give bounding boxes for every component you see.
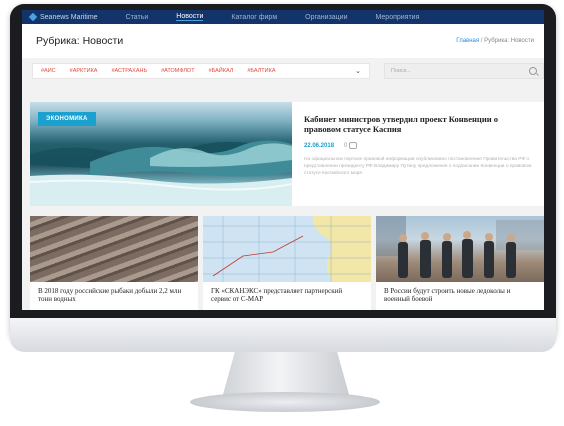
nav-item-news[interactable]: Новости [176,13,204,21]
nav-item-organizations[interactable]: Организации [305,14,347,21]
tag-link[interactable]: #АИС [41,68,56,74]
tag-link[interactable]: #БАЙКАЛ [209,68,234,74]
tag-link[interactable]: #АСТРАХАНЬ [111,68,147,74]
monitor-base [190,392,380,412]
news-card[interactable]: В 2018 году российские рыбаки добыли 2,2… [30,216,198,310]
chevron-down-icon[interactable]: ⌄ [355,67,361,75]
card-image-officials[interactable] [376,216,544,282]
featured-lead: На официальном портале правовой информац… [304,157,532,177]
filter-row: #АИС #АРКТИКА #АСТРАХАНЬ #АТОМФЛОТ #БАЙК… [22,58,544,84]
tag-link[interactable]: #БАЛТИКА [247,68,275,74]
featured-image-sea-wave[interactable]: ЭКОНОМИКА [30,102,292,206]
comments-number: 0 [344,142,348,149]
news-card[interactable]: ГК «СКАНЭКС» представляет партнерский се… [203,216,371,310]
category-badge[interactable]: ЭКОНОМИКА [38,112,96,126]
comment-icon [349,142,358,150]
nav-item-articles[interactable]: Статьи [126,14,149,21]
brand-name: Seanews Maritime [40,13,98,21]
featured-title[interactable]: Кабинет министров утвердил проект Конвен… [304,114,534,134]
logo-icon [28,12,38,22]
top-navigation: Seanews Maritime Статьи Новости Каталог … [22,10,544,24]
website-screen: Seanews Maritime Статьи Новости Каталог … [22,10,544,310]
comments-count[interactable]: 0 [344,142,358,150]
tag-link[interactable]: #АРКТИКА [70,68,98,74]
tag-bar: #АИС #АРКТИКА #АСТРАХАНЬ #АТОМФЛОТ #БАЙК… [32,63,370,79]
breadcrumb-current: Рубрика: Новости [484,38,534,44]
featured-text: Кабинет министров утвердил проект Конвен… [292,102,544,206]
news-cards: В 2018 году российские рыбаки добыли 2,2… [30,216,544,310]
news-card[interactable]: В России будут строить новые ледоколы и … [376,216,544,310]
rubric-header: Рубрика: Новости Главная / Рубрика: Ново… [22,24,544,58]
chart-map-illustration [203,216,371,282]
site-logo[interactable]: Seanews Maritime [28,12,98,22]
featured-article[interactable]: ЭКОНОМИКА Кабинет министров утвердил про… [30,102,544,206]
card-title[interactable]: ГК «СКАНЭКС» представляет партнерский се… [203,282,371,303]
card-image-map[interactable] [203,216,371,282]
card-title[interactable]: В России будут строить новые ледоколы и … [376,282,544,303]
tag-link[interactable]: #АТОМФЛОТ [161,68,194,74]
featured-date: 22.06.2018 [304,142,335,149]
card-image-fish[interactable] [30,216,198,282]
card-title[interactable]: В 2018 году российские рыбаки добыли 2,2… [30,282,198,303]
search-input[interactable]: Поиск... [384,63,544,79]
search-icon[interactable] [529,67,537,75]
nav-item-events[interactable]: Мероприятия [376,14,420,21]
monitor-chin [10,318,556,352]
breadcrumb: Главная / Рубрика: Новости [456,38,534,44]
nav-item-catalog[interactable]: Каталог фирм [231,14,277,21]
breadcrumb-home-link[interactable]: Главная [456,38,479,44]
group-photo-illustration [376,216,544,278]
featured-meta: 22.06.2018 0 [304,142,534,150]
page-title: Рубрика: Новости [36,35,124,47]
search-placeholder: Поиск... [391,68,411,74]
